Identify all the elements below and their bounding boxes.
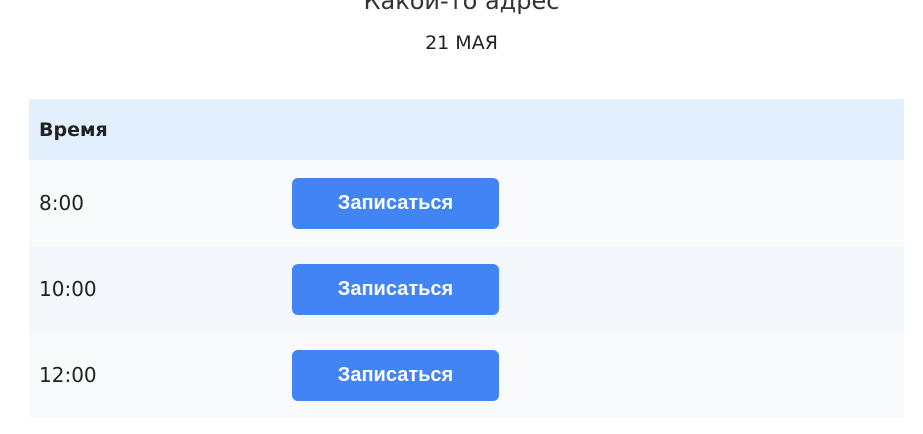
time-slot: 10:00 — [39, 277, 97, 301]
book-button[interactable]: Записаться — [292, 349, 499, 401]
schedule-table: Время 8:00 Записаться 10:00 Записаться 1… — [29, 99, 904, 418]
table-row: 12:00 Записаться — [29, 332, 904, 418]
time-slot: 8:00 — [39, 191, 84, 215]
column-header-time: Время — [39, 118, 108, 141]
book-button[interactable]: Записаться — [292, 177, 499, 229]
address-title: Какой-то адрес — [363, 0, 560, 15]
date-label: 21 МАЯ — [425, 32, 498, 54]
table-row: 8:00 Записаться — [29, 160, 904, 246]
table-row: 10:00 Записаться — [29, 246, 904, 332]
time-slot: 12:00 — [39, 363, 97, 387]
book-button[interactable]: Записаться — [292, 263, 499, 315]
booking-page: Какой-то адрес 21 МАЯ Время 8:00 Записат… — [0, 0, 923, 434]
table-header: Время — [29, 99, 904, 160]
